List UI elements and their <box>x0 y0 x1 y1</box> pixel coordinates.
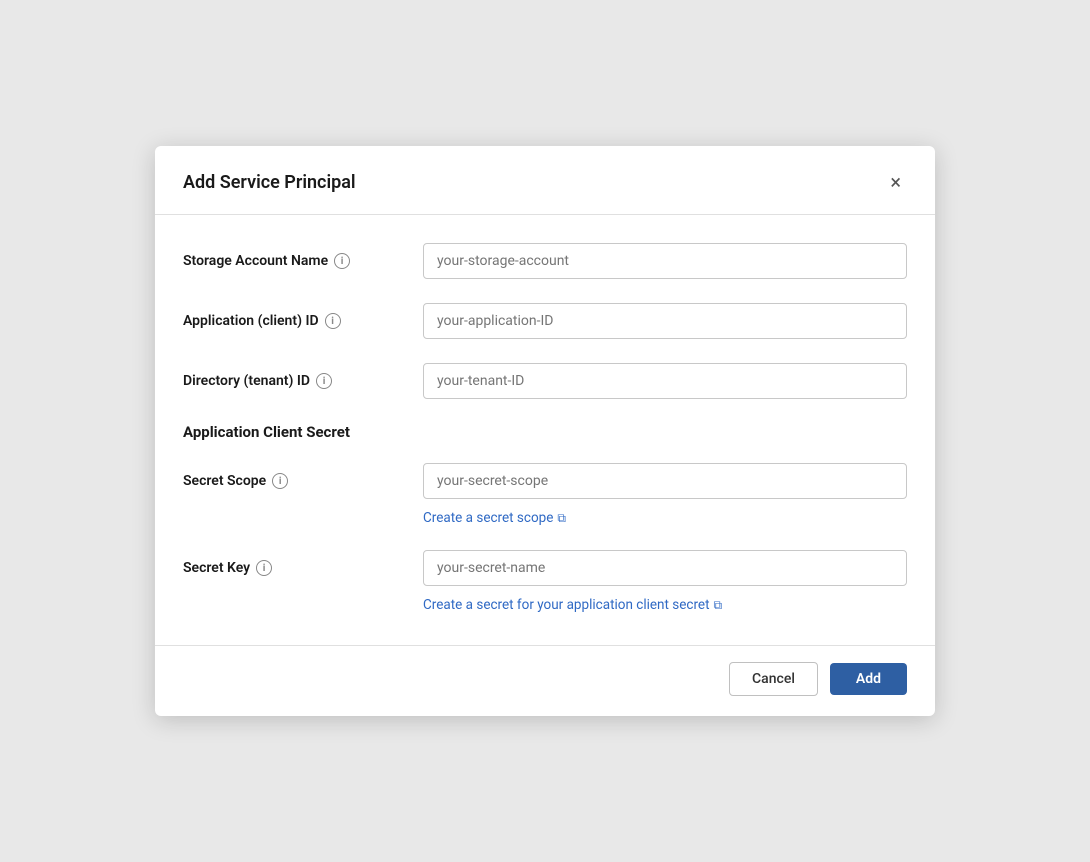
application-client-id-input[interactable] <box>423 303 907 339</box>
storage-account-group: Storage Account Name i <box>183 243 907 279</box>
modal-header: Add Service Principal × <box>155 146 935 215</box>
cancel-button[interactable]: Cancel <box>729 662 818 696</box>
application-client-id-group: Application (client) ID i <box>183 303 907 339</box>
secret-key-label: Secret Key i <box>183 560 423 576</box>
directory-tenant-id-label: Directory (tenant) ID i <box>183 373 423 389</box>
directory-tenant-id-group: Directory (tenant) ID i <box>183 363 907 399</box>
secret-scope-group: Secret Scope i Create a secret scope ⧉ <box>183 463 907 526</box>
secret-key-group: Secret Key i Create a secret for your ap… <box>183 550 907 613</box>
storage-account-label: Storage Account Name i <box>183 253 423 269</box>
directory-tenant-id-info-icon: i <box>316 373 332 389</box>
secret-scope-info-icon: i <box>272 473 288 489</box>
create-secret-for-app-external-icon: ⧉ <box>714 598 723 613</box>
application-client-id-info-icon: i <box>325 313 341 329</box>
application-client-secret-heading: Application Client Secret <box>183 423 907 441</box>
modal-title: Add Service Principal <box>183 172 356 193</box>
modal-footer: Cancel Add <box>155 645 935 716</box>
directory-tenant-id-input[interactable] <box>423 363 907 399</box>
close-button[interactable]: × <box>884 170 907 194</box>
storage-account-info-icon: i <box>334 253 350 269</box>
secret-scope-input[interactable] <box>423 463 907 499</box>
add-button[interactable]: Add <box>830 663 907 695</box>
secret-key-input[interactable] <box>423 550 907 586</box>
modal-body: Storage Account Name i Application (clie… <box>155 215 935 645</box>
secret-key-info-icon: i <box>256 560 272 576</box>
storage-account-input[interactable] <box>423 243 907 279</box>
application-client-id-label: Application (client) ID i <box>183 313 423 329</box>
create-secret-scope-link[interactable]: Create a secret scope ⧉ <box>423 510 566 526</box>
add-service-principal-modal: Add Service Principal × Storage Account … <box>155 146 935 716</box>
create-secret-for-app-link[interactable]: Create a secret for your application cli… <box>423 597 722 613</box>
secret-scope-label: Secret Scope i <box>183 473 423 489</box>
create-secret-scope-external-icon: ⧉ <box>557 511 566 526</box>
modal-overlay: Add Service Principal × Storage Account … <box>0 0 1090 862</box>
